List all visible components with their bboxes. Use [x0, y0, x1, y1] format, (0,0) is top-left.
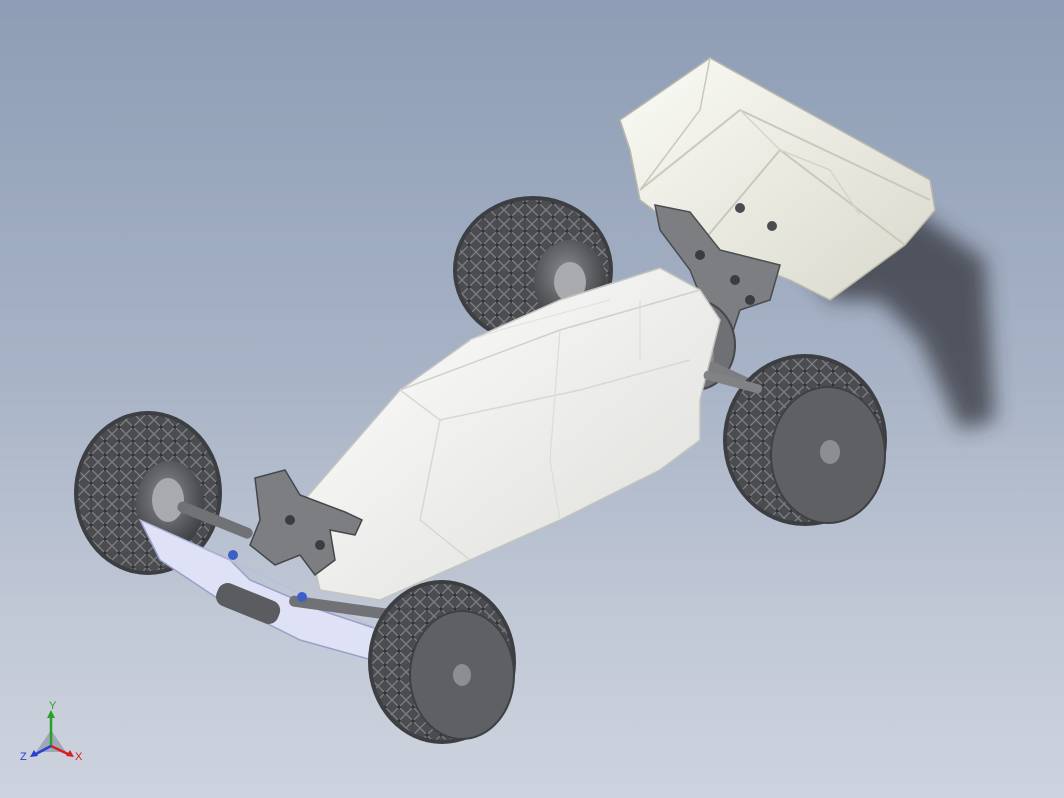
orientation-triad: Y X Z [20, 700, 83, 763]
y-axis-label: Y [49, 700, 57, 712]
x-axis-label: X [75, 751, 83, 763]
wheel-rear-right[interactable] [723, 354, 887, 526]
cad-viewport[interactable]: Y X Z [0, 0, 1064, 798]
z-axis-label: Z [20, 751, 27, 763]
rc-buggy-model[interactable] [0, 0, 1064, 798]
wheel-front-right[interactable] [368, 580, 516, 744]
